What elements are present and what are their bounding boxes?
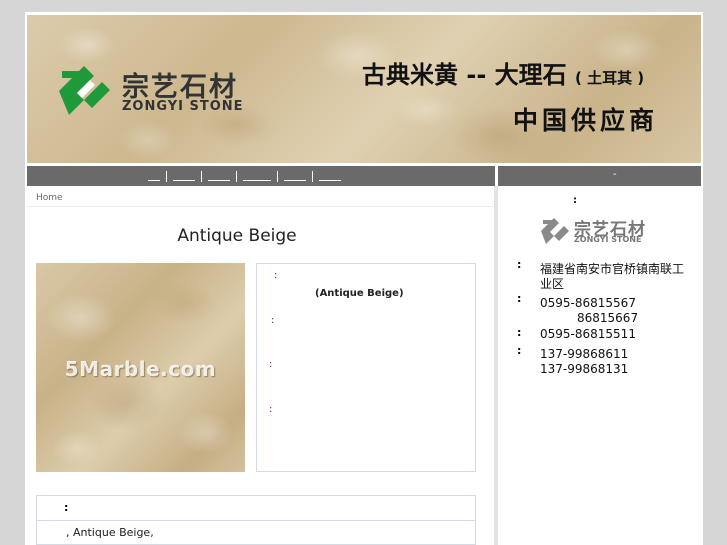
product-title: Antique Beige — [177, 226, 297, 246]
contact-label-mobile: : — [517, 344, 522, 357]
header-banner: 宗艺石材 ZONGYI STONE 古典米黄 -- 大理石 ( 土耳其 ) 中国… — [27, 15, 701, 163]
contact-phone-2: 86815667 — [577, 311, 639, 325]
contact-label-fax: : — [517, 326, 522, 339]
zongyi-logo-icon — [59, 66, 110, 115]
page: 宗艺石材 ZONGYI STONE 古典米黄 -- 大理石 ( 土耳其 ) 中国… — [25, 12, 703, 545]
banner-title: 古典米黄 -- 大理石 ( 土耳其 ) — [362, 55, 644, 90]
nav-separator — [277, 170, 278, 182]
sidebar-logo-english: ZONGYI STONE — [574, 235, 642, 244]
description-heading: : — [64, 501, 69, 514]
sidebar-title: : — [573, 195, 577, 206]
description-text: , Antique Beige, — [66, 526, 154, 539]
spec-label-4: : — [269, 404, 273, 415]
nav-separator — [312, 170, 313, 182]
spec-stone-name: (Antique Beige) — [315, 288, 404, 299]
nav-separator — [236, 170, 237, 182]
banner-subtitle: 中国供应商 — [513, 106, 659, 135]
breadcrumb-home[interactable]: Home — [36, 193, 63, 203]
banner-title-origin: ( 土耳其 ) — [575, 69, 645, 87]
nav-item-2[interactable] — [173, 171, 195, 181]
nav-item-3[interactable] — [208, 171, 230, 181]
main-nav — [27, 166, 495, 186]
nav-item-4[interactable] — [243, 171, 271, 181]
banner-title-main: 古典米黄 -- 大理石 — [362, 61, 567, 89]
product-image: 5Marble.com — [36, 263, 245, 472]
sidebar-header-bar: - — [498, 166, 701, 186]
spec-label-3: : — [269, 359, 273, 370]
spec-label-1: : — [274, 270, 278, 281]
spec-panel: : (Antique Beige) : : : — [256, 263, 476, 472]
column-divider — [494, 186, 498, 545]
image-watermark: 5Marble.com — [64, 357, 217, 381]
nav-item-6[interactable] — [319, 171, 341, 181]
spec-label-2: : — [271, 315, 275, 326]
contact-fax: 0595-86815511 — [540, 327, 636, 341]
nav-separator — [166, 170, 167, 182]
contact-label-phone: : — [517, 292, 522, 305]
nav-item-1[interactable] — [148, 171, 160, 181]
description-header: : — [37, 496, 475, 521]
nav-item-5[interactable] — [284, 171, 306, 181]
contact-mobile-1: 137-99868611 — [540, 347, 629, 361]
zongyi-logo-small-icon — [541, 218, 569, 244]
nav-separator — [201, 170, 202, 182]
sidebar-header-label: - — [613, 169, 617, 180]
contact-phone-1: 0595-86815567 — [540, 296, 636, 310]
contact-address: 福建省南安市官桥镇南联工业区 — [540, 262, 685, 291]
contact-label-address: : — [517, 258, 522, 271]
contact-mobile-2: 137-99868131 — [540, 362, 629, 376]
breadcrumb-divider — [27, 206, 493, 207]
banner-brand-english: ZONGYI STONE — [122, 99, 244, 114]
description-panel: : , Antique Beige, — [36, 495, 476, 545]
